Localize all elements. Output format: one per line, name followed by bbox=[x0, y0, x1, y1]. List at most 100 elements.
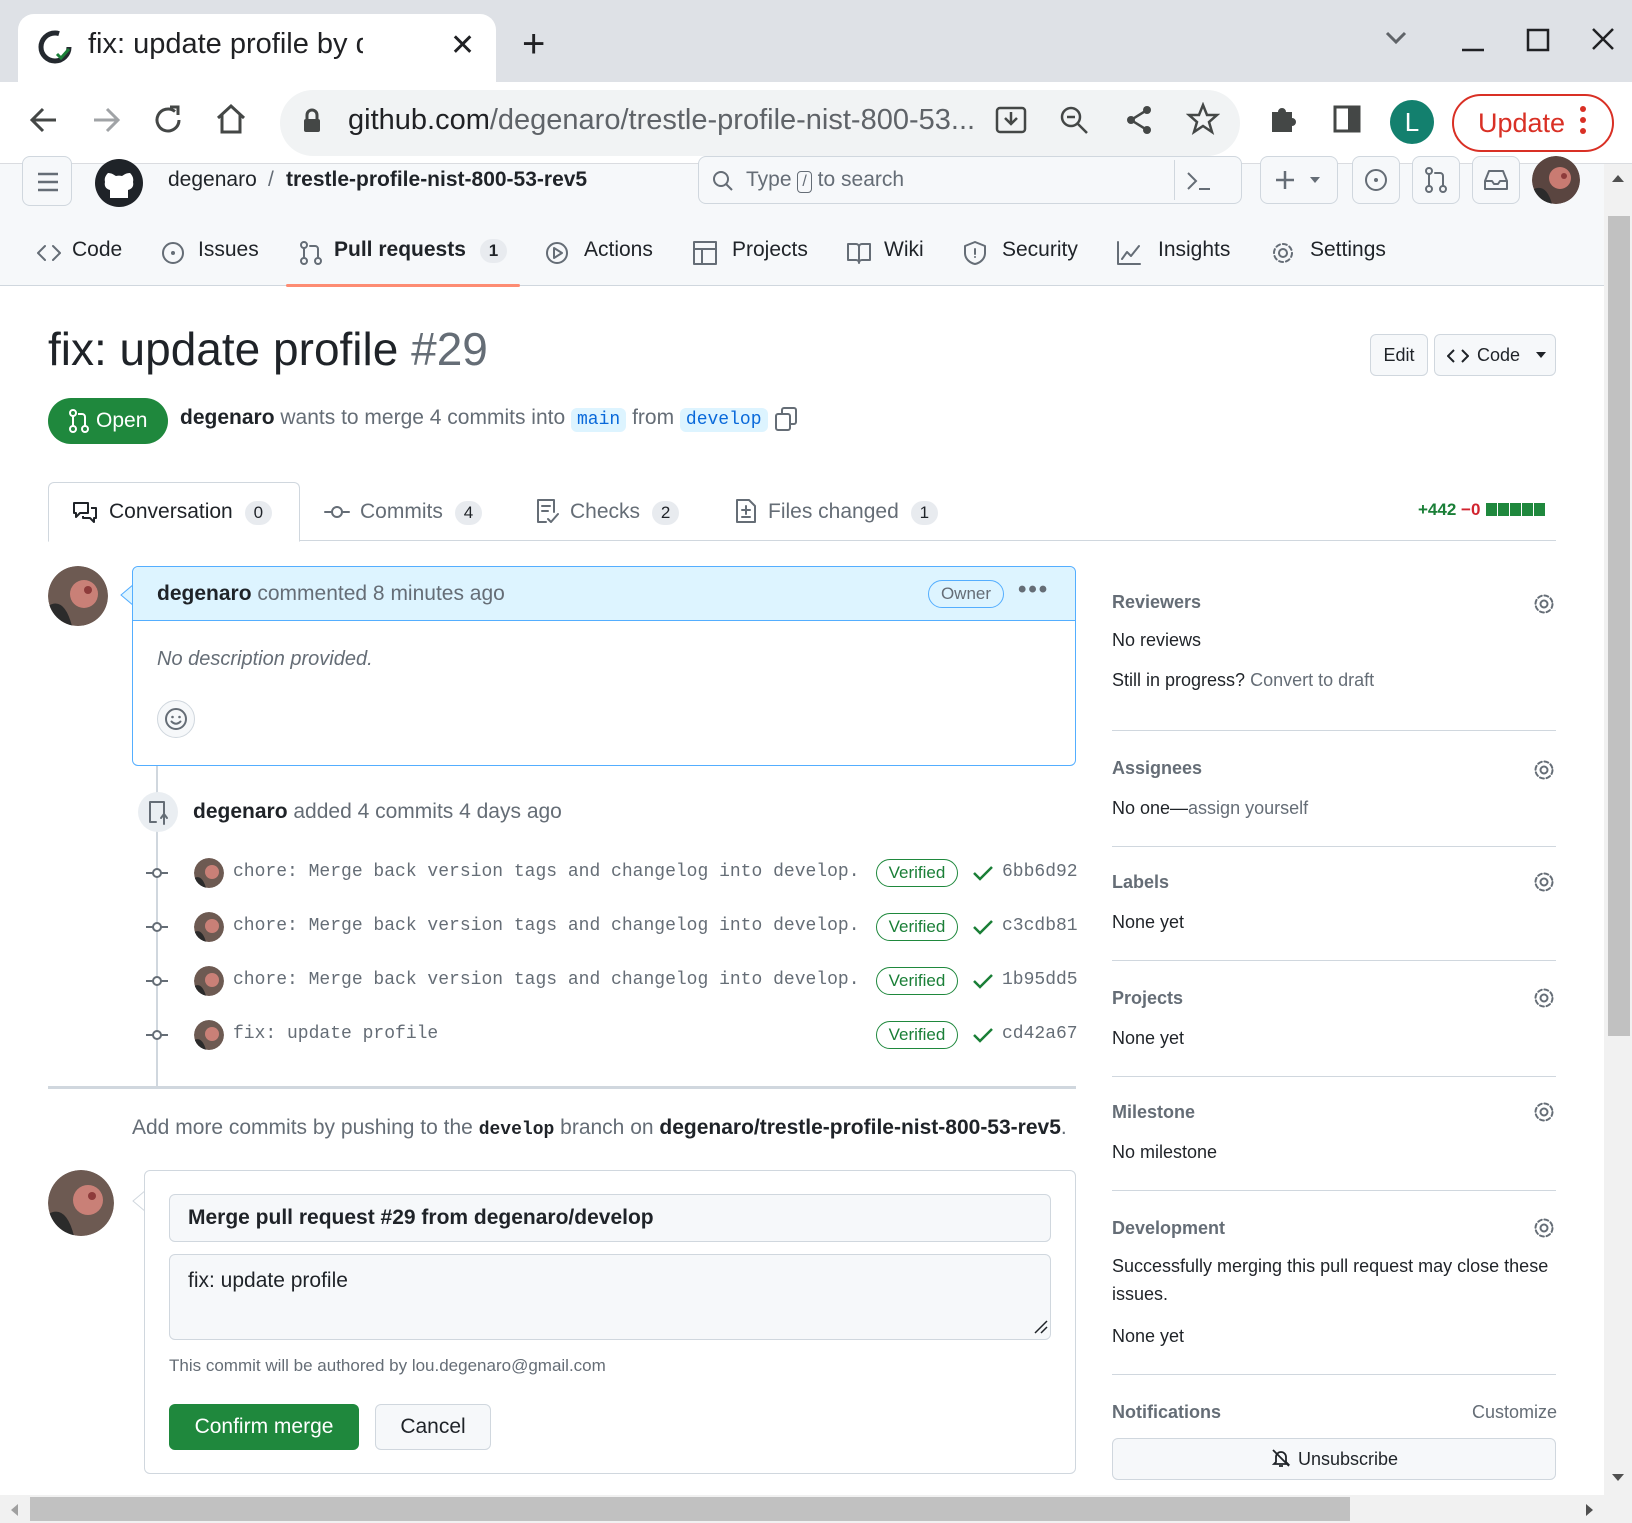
scroll-up-arrow-icon[interactable] bbox=[1610, 172, 1626, 184]
push-author-link[interactable]: degenaro bbox=[193, 800, 288, 823]
nav-issues[interactable]: Issues bbox=[198, 238, 259, 262]
nav-security[interactable]: Security bbox=[1002, 238, 1078, 262]
browser-update-button[interactable]: Update bbox=[1452, 94, 1614, 152]
reviewers-heading[interactable]: Reviewers bbox=[1112, 592, 1201, 613]
kebab-horizontal-icon[interactable]: ••• bbox=[1018, 576, 1049, 604]
hamburger-menu-button[interactable] bbox=[22, 156, 72, 206]
current-user-avatar[interactable] bbox=[48, 1170, 114, 1236]
convert-to-draft-link[interactable]: Convert to draft bbox=[1250, 670, 1374, 690]
zoom-icon[interactable] bbox=[1058, 104, 1090, 136]
reload-icon[interactable] bbox=[152, 104, 184, 136]
nav-actions[interactable]: Actions bbox=[584, 238, 653, 262]
check-icon[interactable] bbox=[972, 1026, 994, 1044]
url-text[interactable]: github.com/degenaro/trestle-profile-nist… bbox=[348, 104, 975, 137]
assignees-heading[interactable]: Assignees bbox=[1112, 758, 1202, 779]
commit-sha[interactable]: 6bb6d92 bbox=[1002, 862, 1078, 882]
tab-checks[interactable]: Checks 2 bbox=[570, 500, 680, 525]
check-icon[interactable] bbox=[972, 972, 994, 990]
share-icon[interactable] bbox=[1124, 104, 1154, 136]
verified-badge[interactable]: Verified bbox=[876, 859, 958, 887]
commit-message[interactable]: chore: Merge back version tags and chang… bbox=[233, 862, 860, 882]
nav-projects[interactable]: Projects bbox=[732, 238, 808, 262]
scroll-left-arrow-icon[interactable] bbox=[8, 1502, 20, 1518]
customize-link[interactable]: Customize bbox=[1472, 1402, 1557, 1423]
forward-arrow-icon[interactable] bbox=[90, 104, 122, 136]
author-avatar[interactable] bbox=[48, 566, 108, 626]
command-palette-icon[interactable] bbox=[1186, 170, 1212, 192]
breadcrumb-owner-link[interactable]: degenaro bbox=[168, 168, 257, 192]
commit-author-avatar[interactable] bbox=[194, 966, 224, 996]
commit-sha[interactable]: cd42a67 bbox=[1002, 1024, 1078, 1044]
projects-heading[interactable]: Projects bbox=[1112, 988, 1183, 1009]
scroll-down-arrow-icon[interactable] bbox=[1610, 1472, 1626, 1484]
breadcrumb-repo-link[interactable]: trestle-profile-nist-800-53-rev5 bbox=[286, 168, 587, 192]
nav-wiki[interactable]: Wiki bbox=[884, 238, 924, 262]
commit-message[interactable]: fix: update profile bbox=[233, 1024, 438, 1044]
commit-message[interactable]: chore: Merge back version tags and chang… bbox=[233, 970, 860, 990]
verified-badge[interactable]: Verified bbox=[876, 1021, 958, 1049]
commit-message[interactable]: chore: Merge back version tags and chang… bbox=[233, 916, 860, 936]
check-icon[interactable] bbox=[972, 864, 994, 882]
nav-code[interactable]: Code bbox=[72, 238, 122, 262]
new-tab-plus-icon[interactable]: + bbox=[522, 24, 545, 64]
browser-tab[interactable]: fix: update profile by degenaro ✕ bbox=[18, 14, 496, 82]
edit-button[interactable]: Edit bbox=[1370, 334, 1428, 376]
maximize-icon[interactable] bbox=[1526, 28, 1550, 52]
merge-commit-body-textarea[interactable]: fix: update profile bbox=[169, 1254, 1051, 1340]
comment-action[interactable]: commented 8 minutes ago bbox=[257, 582, 504, 605]
issues-button[interactable] bbox=[1352, 156, 1400, 204]
labels-heading[interactable]: Labels bbox=[1112, 872, 1169, 893]
horizontal-scroll-thumb[interactable] bbox=[30, 1497, 1350, 1521]
assign-yourself-link[interactable]: assign yourself bbox=[1188, 798, 1308, 818]
close-icon[interactable]: ✕ bbox=[450, 28, 475, 63]
pull-requests-button[interactable] bbox=[1412, 156, 1460, 204]
commit-sha[interactable]: c3cdb81 bbox=[1002, 916, 1078, 936]
gear-icon[interactable] bbox=[1532, 592, 1556, 616]
extensions-puzzle-icon[interactable] bbox=[1266, 102, 1300, 136]
pr-author-link[interactable]: degenaro bbox=[180, 406, 275, 429]
add-reaction-button[interactable] bbox=[157, 700, 195, 738]
back-arrow-icon[interactable] bbox=[28, 104, 60, 136]
tab-files-changed[interactable]: Files changed 1 bbox=[768, 500, 939, 525]
inbox-button[interactable] bbox=[1472, 156, 1520, 204]
confirm-merge-button[interactable]: Confirm merge bbox=[169, 1404, 359, 1450]
verified-badge[interactable]: Verified bbox=[876, 913, 958, 941]
gear-icon[interactable] bbox=[1532, 1100, 1556, 1124]
gear-icon[interactable] bbox=[1532, 870, 1556, 894]
commit-author-avatar[interactable] bbox=[194, 1020, 224, 1050]
base-branch[interactable]: main bbox=[571, 408, 627, 432]
side-panel-icon[interactable] bbox=[1332, 104, 1362, 134]
profile-avatar[interactable]: L bbox=[1390, 100, 1434, 144]
home-icon[interactable] bbox=[214, 102, 248, 136]
check-icon[interactable] bbox=[972, 918, 994, 936]
code-dropdown-button[interactable]: Code bbox=[1434, 334, 1556, 376]
resize-handle-icon[interactable] bbox=[1034, 1320, 1048, 1334]
nav-pull-requests[interactable]: Pull requests 1 bbox=[334, 238, 508, 263]
add-more-repo-link[interactable]: degenaro/trestle-profile-nist-800-53-rev… bbox=[659, 1116, 1060, 1139]
milestone-heading[interactable]: Milestone bbox=[1112, 1102, 1195, 1123]
install-app-icon[interactable] bbox=[994, 104, 1028, 136]
commit-sha[interactable]: 1b95dd5 bbox=[1002, 970, 1078, 990]
commit-author-avatar[interactable] bbox=[194, 858, 224, 888]
kebab-menu-icon[interactable] bbox=[1580, 106, 1586, 134]
vertical-scroll-thumb[interactable] bbox=[1608, 216, 1630, 1036]
head-branch[interactable]: develop bbox=[679, 408, 768, 432]
github-logo-icon[interactable] bbox=[94, 158, 144, 208]
gear-icon[interactable] bbox=[1532, 758, 1556, 782]
user-avatar[interactable] bbox=[1532, 156, 1580, 204]
tab-commits[interactable]: Commits 4 bbox=[360, 500, 483, 525]
unsubscribe-button[interactable]: Unsubscribe bbox=[1112, 1438, 1556, 1480]
chevron-down-icon[interactable] bbox=[1384, 30, 1408, 46]
copy-icon[interactable] bbox=[774, 406, 798, 432]
minimize-icon[interactable] bbox=[1460, 30, 1486, 54]
gear-icon[interactable] bbox=[1532, 1216, 1556, 1240]
cancel-button[interactable]: Cancel bbox=[375, 1404, 491, 1450]
window-close-icon[interactable] bbox=[1590, 26, 1616, 52]
development-heading[interactable]: Development bbox=[1112, 1218, 1225, 1239]
create-new-button[interactable] bbox=[1260, 156, 1338, 204]
nav-settings[interactable]: Settings bbox=[1310, 238, 1386, 262]
gear-icon[interactable] bbox=[1532, 986, 1556, 1010]
comment-author-link[interactable]: degenaro bbox=[157, 582, 252, 605]
bookmark-star-icon[interactable] bbox=[1186, 102, 1220, 136]
merge-commit-title-input[interactable]: Merge pull request #29 from degenaro/dev… bbox=[169, 1194, 1051, 1242]
